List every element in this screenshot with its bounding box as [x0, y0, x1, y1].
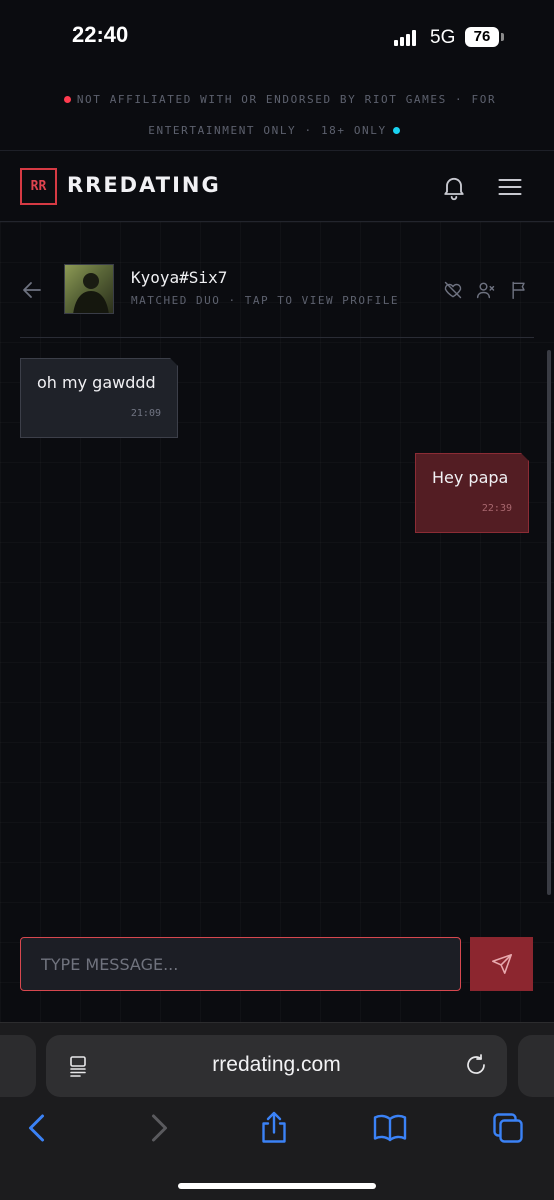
- message-outgoing[interactable]: Hey papa 22:39: [415, 453, 529, 533]
- flag-icon: [512, 281, 525, 300]
- chevron-right-icon: [152, 1114, 167, 1142]
- home-indicator[interactable]: [178, 1183, 376, 1189]
- disclaimer-banner: NOT AFFILIATED WITH OR ENDORSED BY RIOT …: [30, 84, 524, 146]
- logo-text[interactable]: RREDATING: [67, 173, 221, 197]
- cyan-dot-icon: [392, 126, 400, 134]
- chat-header: Kyoya#Six7 MATCHED DUO · TAP TO VIEW PRO…: [20, 240, 534, 338]
- back-arrow-icon: [23, 282, 41, 298]
- status-time: 22:40: [72, 22, 129, 47]
- logo-mark[interactable]: RR: [20, 168, 57, 205]
- message-time: 21:09: [130, 408, 161, 419]
- remove-duo-button[interactable]: [476, 280, 496, 300]
- bell-icon: [444, 177, 464, 201]
- send-button[interactable]: [470, 937, 533, 991]
- browser-forward-button[interactable]: [140, 1110, 176, 1146]
- browser-back-button[interactable]: [20, 1110, 56, 1146]
- bookmarks-button[interactable]: [372, 1110, 408, 1146]
- status-bar: 22:40 5G 76: [0, 0, 554, 72]
- browser-toolbar: rredating.com: [0, 1022, 554, 1200]
- chat-scrollbar[interactable]: [547, 350, 551, 895]
- next-tab-preview[interactable]: [518, 1035, 554, 1097]
- unmatch-button[interactable]: [443, 280, 463, 300]
- disclaimer-text: NOT AFFILIATED WITH OR ENDORSED BY RIOT …: [76, 93, 497, 137]
- menu-icon: [498, 178, 522, 196]
- avatar[interactable]: [64, 264, 114, 314]
- red-dot-icon: [63, 95, 71, 103]
- signal-icon: [394, 30, 418, 46]
- share-button[interactable]: [256, 1110, 292, 1146]
- chat-subtitle[interactable]: MATCHED DUO · TAP TO VIEW PROFILE: [131, 294, 399, 307]
- menu-button[interactable]: [496, 173, 524, 201]
- message-input[interactable]: [20, 937, 461, 991]
- message-text: Hey papa: [432, 468, 509, 487]
- tabs-button[interactable]: [490, 1110, 526, 1146]
- network-label: 5G: [430, 27, 456, 48]
- previous-tab-preview[interactable]: [0, 1035, 36, 1097]
- notifications-button[interactable]: [440, 173, 468, 201]
- remove-user-icon: [476, 282, 495, 299]
- report-button[interactable]: [509, 280, 529, 300]
- tabs-icon: [493, 1113, 523, 1143]
- battery-tip: [501, 33, 504, 41]
- unmatch-heart-icon: [444, 281, 462, 299]
- message-time: 22:39: [481, 503, 512, 514]
- reload-icon[interactable]: [464, 1053, 488, 1077]
- back-button[interactable]: [20, 278, 44, 302]
- battery-icon: 76: [465, 27, 499, 47]
- share-icon: [262, 1111, 286, 1143]
- message-incoming[interactable]: oh my gawddd 21:09: [20, 358, 178, 438]
- send-icon: [491, 954, 512, 974]
- url-text[interactable]: rredating.com: [46, 1053, 507, 1077]
- chat-partner-name[interactable]: Kyoya#Six7: [131, 268, 227, 287]
- chevron-left-icon: [29, 1114, 44, 1142]
- bookmarks-icon: [373, 1114, 407, 1142]
- app-header: RR RREDATING: [0, 150, 554, 222]
- message-text: oh my gawddd: [37, 373, 156, 392]
- grid-background: [0, 222, 554, 1022]
- address-bar[interactable]: rredating.com: [46, 1035, 507, 1097]
